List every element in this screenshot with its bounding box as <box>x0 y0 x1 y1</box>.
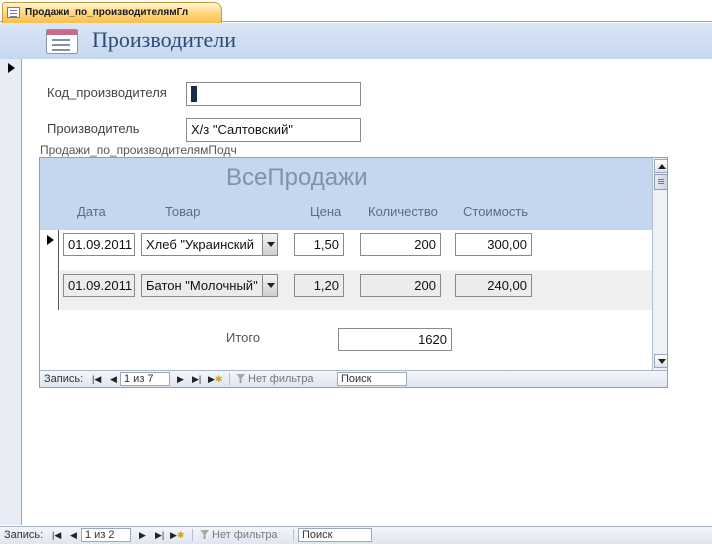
prev-record-icon[interactable]: ◀ <box>70 528 77 542</box>
product-combo[interactable]: Хлеб "Украинский <box>141 233 278 256</box>
product-value: Батон "Молочный" <box>146 278 258 293</box>
filter-label: Нет фильтра <box>248 373 314 385</box>
main-navigation-bar: Запись: |◀ ◀ 1 из 2 ▶ ▶| ▶✱ Нет фильтра … <box>0 526 712 544</box>
nav-separator <box>229 373 230 385</box>
producer-field[interactable]: Х/з "Салтовский" <box>186 118 361 142</box>
form-icon <box>46 29 78 54</box>
scroll-down-icon[interactable] <box>654 354 667 368</box>
column-header-product: Товар <box>165 204 201 219</box>
chevron-down-icon[interactable] <box>262 275 277 296</box>
date-cell[interactable]: 01.09.2011 <box>63 233 135 256</box>
new-record-icon[interactable]: ▶✱ <box>170 528 184 542</box>
cost-cell[interactable]: 240,00 <box>455 274 532 297</box>
code-field[interactable]: 1 <box>186 82 361 106</box>
producer-label: Производитель <box>47 121 140 136</box>
next-record-icon[interactable]: ▶ <box>177 372 184 386</box>
total-label: Итого <box>226 330 261 345</box>
date-cell[interactable]: 01.09.2011 <box>63 274 135 297</box>
form-header: Производители <box>0 23 712 59</box>
subform-title: ВсеПродажи <box>226 164 368 191</box>
row-selector-current[interactable] <box>40 230 59 270</box>
price-cell[interactable]: 1,20 <box>294 274 344 297</box>
subform-vertical-scrollbar[interactable] <box>652 158 667 370</box>
record-label: Запись: <box>4 529 44 541</box>
selection-caret <box>191 85 197 102</box>
last-record-icon[interactable]: ▶| <box>155 528 164 542</box>
filter-icon <box>200 530 209 539</box>
quantity-cell[interactable]: 200 <box>360 233 441 256</box>
column-header-quantity: Количество <box>368 204 438 219</box>
new-record-icon[interactable]: ▶✱ <box>208 372 222 386</box>
price-cell[interactable]: 1,50 <box>294 233 344 256</box>
code-label: Код_производителя <box>47 85 167 100</box>
record-label: Запись: <box>44 373 84 385</box>
sales-subform: ВсеПродажи Дата Товар Цена Количество Ст… <box>39 157 668 388</box>
column-header-date: Дата <box>77 204 106 219</box>
form-tab-label: Продажи_по_производителямГл <box>25 7 189 18</box>
page-title: Производители <box>92 27 237 52</box>
subform-header: ВсеПродажи Дата Товар Цена Количество Ст… <box>40 158 652 230</box>
filter-icon <box>236 374 245 383</box>
subform-label: Продажи_по_производителямПодч <box>40 143 237 157</box>
cost-cell[interactable]: 300,00 <box>455 233 532 256</box>
quantity-cell[interactable]: 200 <box>360 274 441 297</box>
form-icon <box>7 7 20 18</box>
product-value: Хлеб "Украинский <box>146 237 254 252</box>
subform-navigation-bar: Запись: |◀ ◀ 1 из 7 ▶ ▶| ▶✱ Нет фильтра … <box>40 370 667 387</box>
current-record-arrow-icon <box>8 63 15 73</box>
product-combo[interactable]: Батон "Молочный" <box>141 274 278 297</box>
prev-record-icon[interactable]: ◀ <box>110 372 117 386</box>
filter-button[interactable]: Нет фильтра <box>200 528 278 542</box>
next-record-icon[interactable]: ▶ <box>139 528 146 542</box>
scroll-up-icon[interactable] <box>654 159 667 173</box>
search-input[interactable]: Поиск <box>337 372 407 386</box>
nav-separator <box>293 529 294 541</box>
document-tab-strip: Продажи_по_производителямГл <box>0 0 712 23</box>
form-tab[interactable]: Продажи_по_производителямГл <box>2 2 222 23</box>
record-position-input[interactable]: 1 из 7 <box>120 372 170 386</box>
first-record-icon[interactable]: |◀ <box>52 528 61 542</box>
filter-button[interactable]: Нет фильтра <box>236 372 314 386</box>
column-header-cost: Стоимость <box>463 204 529 219</box>
row-selector[interactable] <box>40 270 59 310</box>
scroll-thumb[interactable] <box>654 174 667 190</box>
first-record-icon[interactable]: |◀ <box>92 372 101 386</box>
nav-separator <box>192 529 193 541</box>
filter-label: Нет фильтра <box>212 529 278 541</box>
record-position-input[interactable]: 1 из 2 <box>81 528 131 542</box>
search-input[interactable]: Поиск <box>298 528 372 542</box>
record-selector-bar[interactable] <box>0 59 22 525</box>
chevron-down-icon[interactable] <box>262 234 277 255</box>
total-field[interactable]: 1620 <box>338 328 452 351</box>
column-header-price: Цена <box>310 204 342 219</box>
last-record-icon[interactable]: ▶| <box>192 372 201 386</box>
